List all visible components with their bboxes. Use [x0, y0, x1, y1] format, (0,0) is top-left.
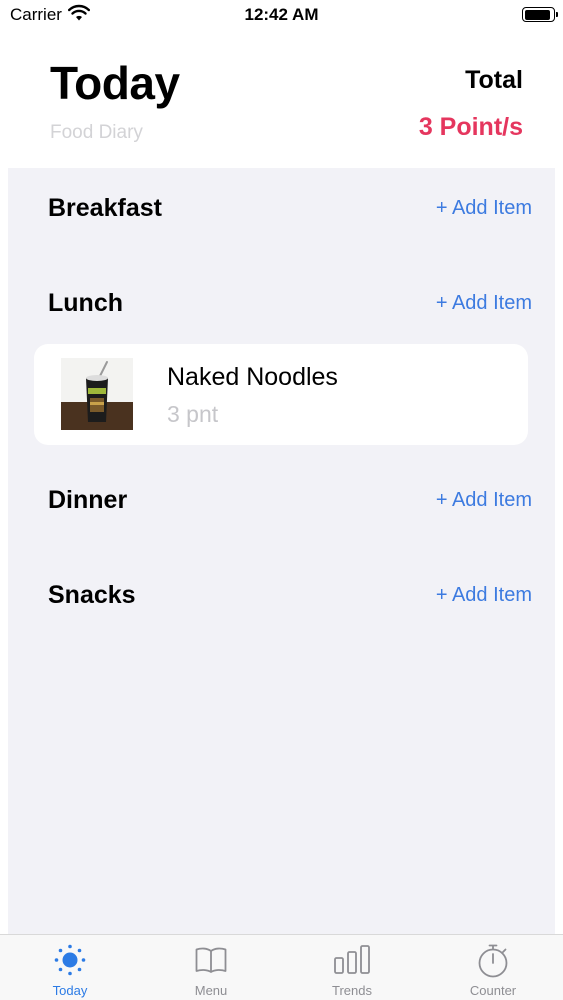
tab-label-menu: Menu [194, 983, 228, 998]
tab-label-trends: Trends [332, 983, 372, 998]
sun-icon [53, 943, 87, 982]
add-item-snacks-button[interactable]: + Add Item [436, 584, 532, 607]
food-item-card[interactable]: Naked Noodles 3 pnt [34, 344, 528, 445]
add-item-dinner-button[interactable]: + Add Item [436, 489, 532, 512]
section-title-snacks: Snacks [48, 581, 136, 609]
tab-menu[interactable]: Menu [141, 935, 281, 1000]
add-item-lunch-button[interactable]: + Add Item [436, 292, 532, 315]
section-title-dinner: Dinner [48, 486, 128, 514]
total-label: Total [465, 66, 523, 94]
section-title-breakfast: Breakfast [48, 194, 162, 222]
book-icon [194, 943, 228, 982]
tab-today[interactable]: Today [0, 935, 140, 1000]
bar-chart-icon [332, 943, 372, 982]
section-lunch: Lunch + Add Item [48, 283, 532, 323]
tab-trends[interactable]: Trends [282, 935, 422, 1000]
status-bar: Carrier 12:42 AM [0, 0, 563, 30]
total-points-value: 3 Point/s [418, 113, 523, 141]
section-title-lunch: Lunch [48, 289, 123, 317]
battery-fill [524, 9, 550, 20]
page-title: Today [50, 57, 180, 109]
stopwatch-icon [476, 943, 510, 984]
food-item-points: 3 pnt [167, 401, 219, 427]
page-subtitle: Food Diary [50, 122, 143, 143]
section-breakfast: Breakfast + Add Item [48, 188, 532, 228]
battery-icon [522, 7, 558, 22]
section-dinner: Dinner + Add Item [48, 480, 532, 520]
tab-label-today: Today [52, 983, 88, 998]
section-snacks: Snacks + Add Item [48, 575, 532, 615]
food-photo [61, 358, 133, 430]
tab-bar: Today Menu Trends Counter [0, 934, 563, 1000]
add-item-breakfast-button[interactable]: + Add Item [436, 197, 532, 220]
status-time: 12:42 AM [244, 5, 319, 24]
food-item-name: Naked Noodles [167, 363, 338, 391]
food-diary-list: Breakfast + Add Item Lunch + Add Item Na… [8, 168, 555, 934]
tab-label-counter: Counter [469, 983, 517, 998]
tab-counter[interactable]: Counter [423, 935, 563, 1000]
